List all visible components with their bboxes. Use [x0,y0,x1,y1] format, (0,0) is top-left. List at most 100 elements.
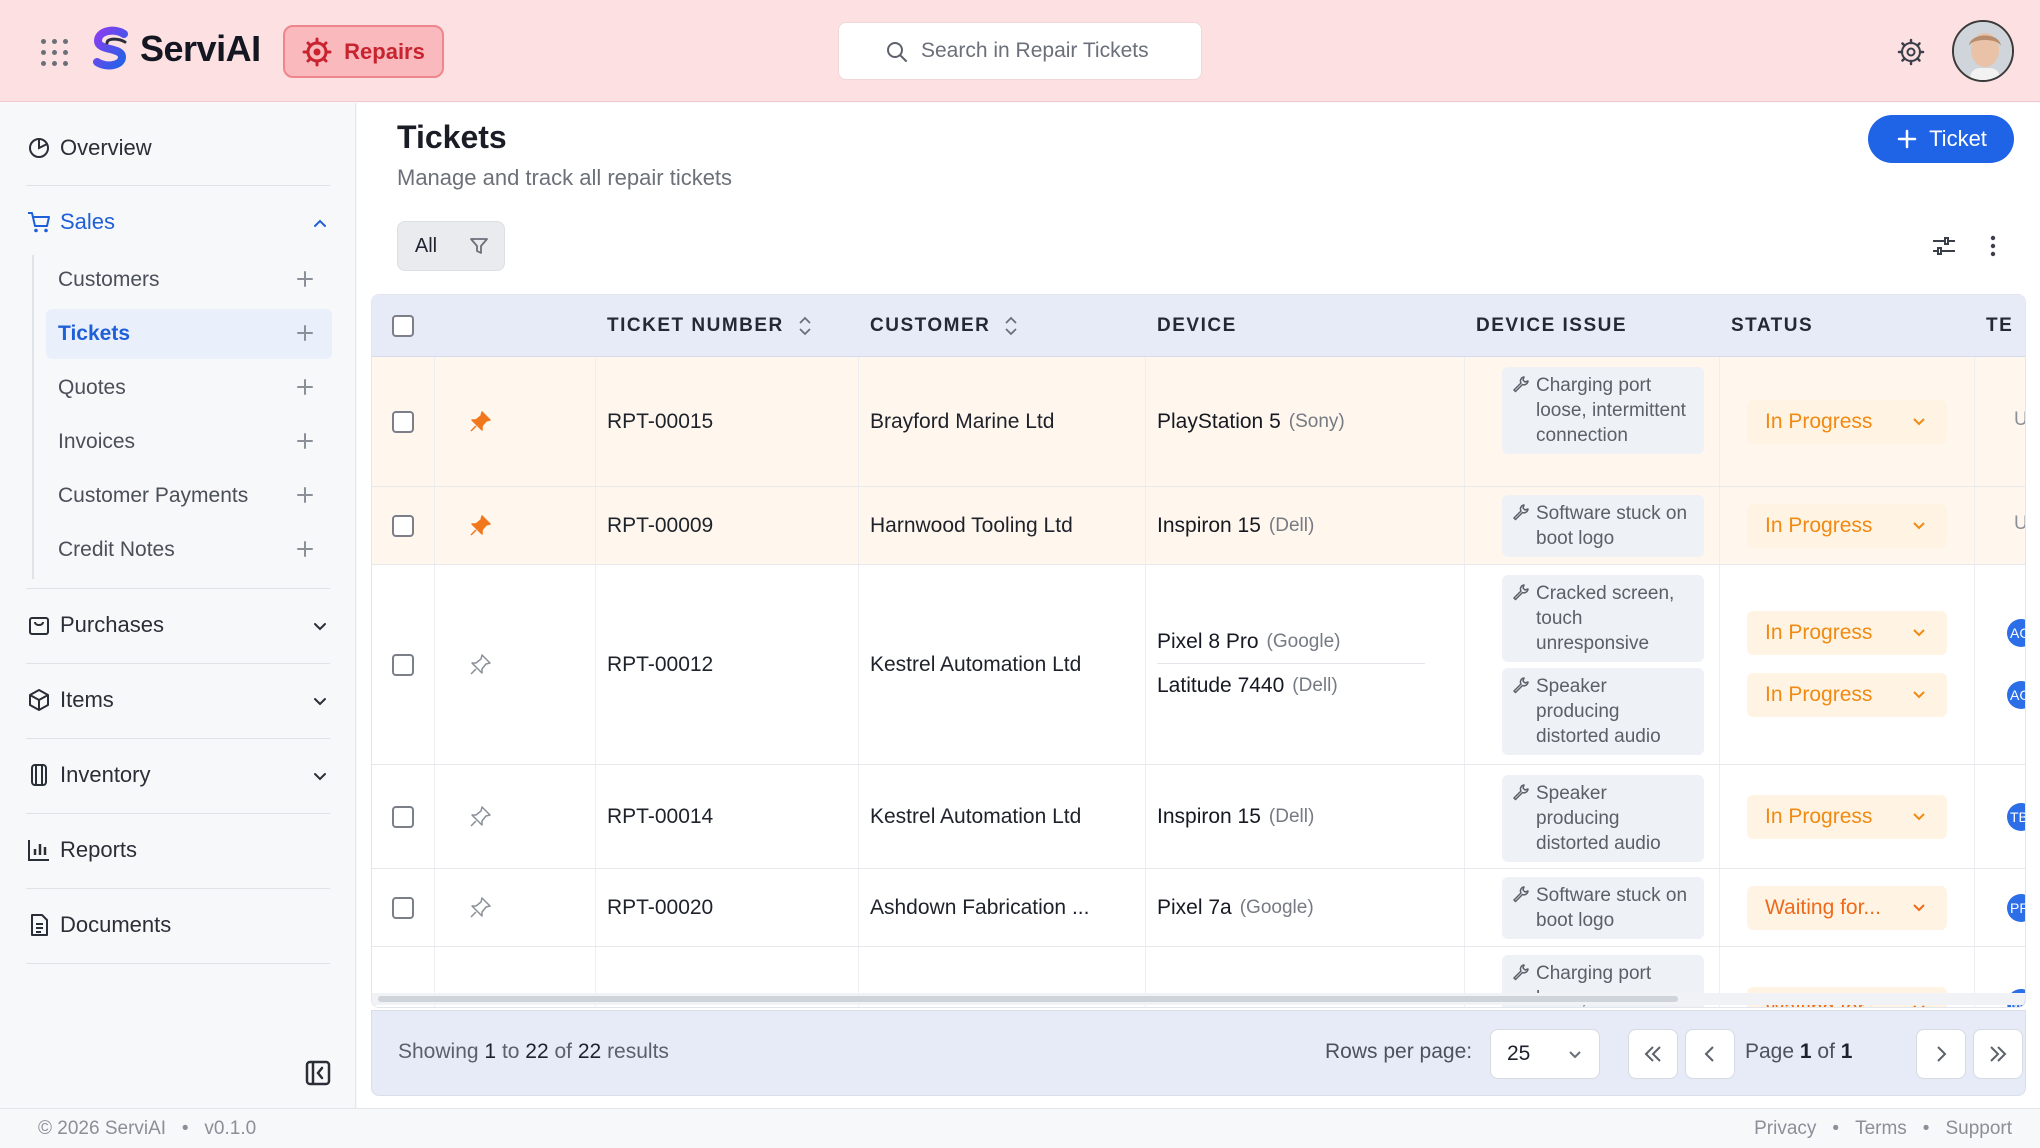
ticket-number[interactable]: RPT-00012 [607,565,713,764]
table-row[interactable]: RPT-00015 Brayford Marine Ltd PlayStatio… [372,357,2025,487]
footer-link-support[interactable]: Support [1945,1118,2012,1140]
page-word: Page [1745,1040,1795,1063]
sidebar-item-tickets[interactable]: Tickets [46,309,332,359]
sidebar-divider [26,888,330,889]
device-name: Latitude 7440 [1157,674,1285,697]
row-checkbox[interactable] [392,410,414,433]
app-launcher-icon[interactable] [36,34,72,70]
sidebar-item-quotes[interactable]: Quotes [46,363,332,413]
plus-icon[interactable] [294,322,316,344]
filter-icon[interactable] [454,222,504,270]
status-dropdown[interactable]: In Progress [1747,795,1947,839]
technician-avatar: PR [2007,894,2025,922]
settings-gear-icon[interactable] [1895,36,1927,68]
pin-outline-icon[interactable] [468,565,492,764]
technician-avatar: TB [2007,803,2025,831]
sidebar-item-items[interactable]: Items [26,687,330,713]
plus-icon[interactable] [294,376,316,398]
previous-page-button[interactable] [1685,1029,1735,1079]
sidebar-item-credit-notes[interactable]: Credit Notes [46,525,332,575]
ticket-number[interactable]: RPT-00014 [607,765,713,868]
plus-icon [1897,129,1917,149]
table-row[interactable]: RPT-00014 Kestrel Automation Ltd Inspiro… [372,765,2025,869]
horizontal-scrollbar[interactable] [372,993,2025,1005]
sidebar-item-purchases[interactable]: Purchases [26,612,330,638]
new-ticket-button[interactable]: Ticket [1868,115,2014,163]
sidebar-item-customers[interactable]: Customers [46,255,332,305]
sidebar-item-overview[interactable]: Overview [26,135,330,161]
scrollbar-thumb[interactable] [378,996,1678,1002]
sidebar-item-documents[interactable]: Documents [26,912,330,938]
header-ticket-number[interactable]: TICKET NUMBER [607,295,812,357]
footer-link-terms[interactable]: Terms [1855,1118,1907,1140]
status-dropdown[interactable]: In Progress [1747,611,1947,655]
row-checkbox[interactable] [392,805,414,828]
status-dropdown[interactable]: In Progress [1747,673,1947,717]
sidebar-item-reports[interactable]: Reports [26,837,330,863]
sidebar-label-credit-notes: Credit Notes [58,538,175,561]
plus-icon[interactable] [294,484,316,506]
collapse-sidebar-icon[interactable] [305,1060,331,1086]
sidebar-item-sales[interactable]: Sales [26,209,330,235]
summary-results-word: results [607,1040,669,1063]
ticket-number[interactable]: RPT-00009 [607,487,713,564]
column-settings-icon[interactable] [1927,229,1961,263]
chevron-up-icon[interactable] [310,213,330,233]
row-checkbox[interactable] [392,514,414,537]
header-customer[interactable]: CUSTOMER [870,295,1018,357]
device-issue: Cracked screen, touch unresponsive [1502,575,1704,662]
next-page-button[interactable] [1916,1029,1966,1079]
ticket-number[interactable]: RPT-00015 [607,357,713,486]
page-title: Tickets [397,119,507,155]
device-issue: Software stuck on boot logo [1502,877,1704,939]
module-switcher-repairs[interactable]: Repairs [283,25,444,78]
device-name: Inspiron 15 [1157,513,1261,537]
device-issue-text: Software stuck on boot logo [1536,885,1688,931]
last-page-button[interactable] [1973,1029,2023,1079]
row-checkbox[interactable] [392,653,414,676]
rows-per-page-label: Rows per page: [1325,1040,1473,1063]
plus-icon[interactable] [294,538,316,560]
status-dropdown[interactable]: Waiting for... [1747,886,1947,930]
more-options-icon[interactable] [1976,229,2010,263]
tickets-table: TICKET NUMBER CUSTOMER DEVICE DEVICE ISS… [371,294,2026,1008]
search-icon [887,42,907,62]
row-checkbox[interactable] [392,896,414,919]
sort-icon[interactable] [1004,315,1018,337]
filter-all-tab[interactable]: All [398,235,454,258]
header-technician-label: TE [1986,315,2014,336]
first-page-button[interactable] [1628,1029,1678,1079]
sidebar-item-invoices[interactable]: Invoices [46,417,332,467]
page-total: 1 [1840,1040,1853,1063]
chevron-down-icon[interactable] [310,616,330,636]
ticket-number[interactable]: RPT-00020 [607,869,713,946]
pin-filled-icon[interactable] [468,487,492,564]
sidebar-item-customer-payments[interactable]: Customer Payments [46,471,332,521]
status-dropdown[interactable]: In Progress [1747,504,1947,548]
rows-per-page-select[interactable]: 25 [1490,1029,1600,1079]
sort-icon[interactable] [798,315,812,337]
sidebar-divider [26,185,330,186]
footer-link-privacy[interactable]: Privacy [1754,1118,1816,1140]
footer-links: Privacy • Terms • Support [1754,1118,2012,1140]
pin-outline-icon[interactable] [468,869,492,946]
sidebar-label-reports: Reports [60,837,138,862]
user-avatar[interactable] [1952,20,2014,82]
status-dropdown[interactable]: In Progress [1747,400,1947,444]
pin-filled-icon[interactable] [468,357,492,486]
table-row[interactable]: RPT-00020 Ashdown Fabrication ... Pixel … [372,869,2025,947]
table-row[interactable]: RPT-00012 Kestrel Automation Ltd Pixel 8… [372,565,2025,765]
search-placeholder: Search in Repair Tickets [921,39,1149,62]
brand[interactable]: ServiAI [88,26,261,72]
pin-outline-icon[interactable] [468,765,492,868]
plus-icon[interactable] [294,268,316,290]
table-row[interactable]: RPT-00009 Harnwood Tooling Ltd Inspiron … [372,487,2025,565]
select-all-checkbox[interactable] [392,315,414,337]
plus-icon[interactable] [294,430,316,452]
device: Inspiron 15 (Dell) [1157,487,1314,564]
chevron-down-icon [1913,691,1925,699]
sidebar-item-inventory[interactable]: Inventory [26,762,330,788]
chevron-down-icon[interactable] [310,691,330,711]
chevron-down-icon[interactable] [310,766,330,786]
search-input[interactable]: Search in Repair Tickets [838,22,1202,80]
